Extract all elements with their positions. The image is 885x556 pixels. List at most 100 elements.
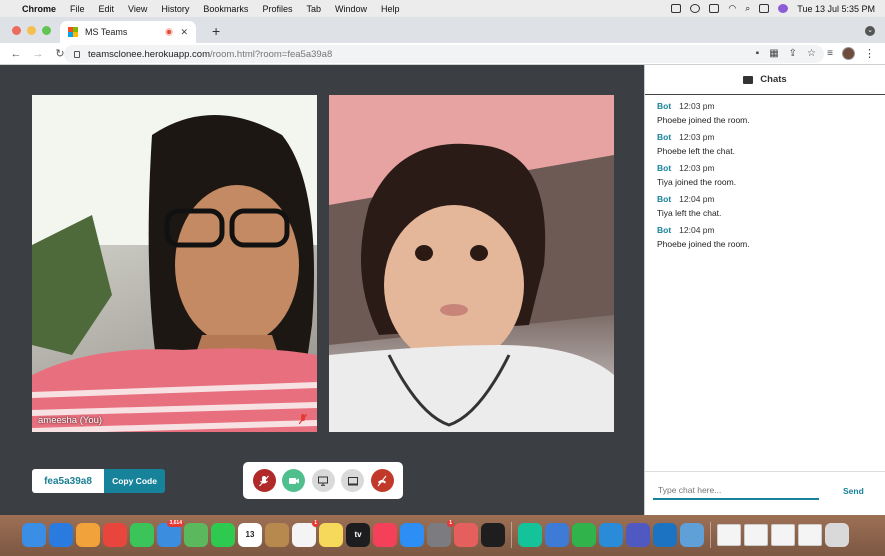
reading-list-icon[interactable]: ≡	[827, 48, 833, 59]
menu-tab[interactable]: Tab	[306, 4, 321, 14]
browser-tab-ms-teams[interactable]: MS Teams ✕	[60, 21, 196, 43]
photos-icon[interactable]	[76, 522, 100, 547]
numbers-icon[interactable]	[572, 522, 596, 547]
new-tab-icon[interactable]: +	[212, 23, 220, 39]
grammarly-icon[interactable]	[518, 522, 542, 547]
muted-mic-icon	[299, 414, 307, 424]
message-sender: Bot	[657, 101, 672, 111]
toolbar-right: ≡ ⋮	[827, 47, 875, 60]
system-preferences-icon[interactable]: 1	[427, 519, 454, 547]
message-sender: Bot	[657, 132, 672, 142]
chat-message: Bot 12:04 pm Tiya left the chat.	[657, 194, 873, 218]
macos-dock: 3,614 13 1 tv 1	[0, 515, 885, 556]
safari-icon[interactable]	[49, 522, 73, 547]
menu-bookmarks[interactable]: Bookmarks	[203, 4, 248, 14]
music-icon[interactable]	[373, 522, 397, 547]
send-button[interactable]: Send	[843, 486, 864, 496]
browser-toolbar: ← → ↻ teamsclonee.herokuapp.com/room.htm…	[0, 43, 885, 65]
camera-in-use-icon[interactable]: ▪	[756, 48, 760, 59]
message-sender: Bot	[657, 225, 672, 235]
address-bar[interactable]: teamsclonee.herokuapp.com/room.html?room…	[64, 45, 824, 63]
preview-icon[interactable]	[680, 522, 704, 547]
play-icon[interactable]	[690, 4, 701, 13]
macos-menu-bar: Chrome File Edit View History Bookmarks …	[0, 0, 885, 17]
trash-icon[interactable]	[825, 522, 849, 547]
end-call-button[interactable]	[370, 469, 394, 492]
dock-separator	[511, 521, 512, 548]
profile-avatar[interactable]	[842, 47, 855, 60]
maps-icon[interactable]	[184, 522, 208, 547]
omnibox-icons: ▪ ▦ ⇪ ☆	[756, 48, 816, 59]
control-center-icon[interactable]	[759, 4, 770, 13]
message-time: 12:03 pm	[679, 163, 715, 173]
status-area: ◠ ⌕ Tue 13 Jul 5:35 PM	[671, 0, 875, 17]
toggle-video-button[interactable]	[282, 469, 305, 492]
chat-input-row: Send	[645, 471, 885, 515]
share-icon[interactable]: ⇪	[789, 48, 797, 59]
menu-profiles[interactable]: Profiles	[262, 4, 292, 14]
participant-video-remote	[329, 95, 614, 432]
reminders-icon[interactable]: 1	[292, 519, 319, 547]
calendar-icon[interactable]: 13	[238, 522, 262, 547]
qr-code-icon[interactable]: ▦	[769, 48, 778, 59]
app-store-icon[interactable]	[400, 522, 424, 547]
teams-icon[interactable]	[626, 522, 650, 547]
dock-apps: 3,614 13 1 tv 1	[22, 517, 849, 552]
message-text: Phoebe joined the room.	[657, 115, 750, 125]
vscode-insiders-icon[interactable]	[653, 522, 677, 547]
mail-icon[interactable]: 3,614	[157, 519, 184, 547]
bookmark-star-icon[interactable]: ☆	[807, 48, 816, 59]
whiteboard-button[interactable]	[341, 469, 364, 492]
chrome-icon[interactable]	[103, 522, 127, 547]
video-tile-remote	[329, 95, 614, 432]
pen-app-icon[interactable]	[545, 522, 569, 547]
menu-window[interactable]: Window	[335, 4, 367, 14]
finder-icon[interactable]	[22, 522, 46, 547]
close-window-icon[interactable]	[12, 26, 21, 35]
launchpad-icon[interactable]	[454, 522, 478, 547]
message-text: Tiya joined the room.	[657, 177, 737, 187]
tv-icon[interactable]: tv	[346, 522, 370, 547]
minimized-window-thumbnail[interactable]	[744, 523, 768, 546]
minimize-window-icon[interactable]	[27, 26, 36, 35]
menu-edit[interactable]: Edit	[99, 4, 115, 14]
wifi-icon[interactable]: ◠	[728, 3, 736, 14]
chat-input[interactable]	[653, 482, 819, 500]
minimized-window-thumbnail[interactable]	[771, 523, 795, 546]
microsoft-logo-icon	[68, 27, 78, 37]
window-controls	[12, 26, 51, 35]
forward-arrow-icon[interactable]: →	[32, 48, 44, 60]
menu-view[interactable]: View	[128, 4, 147, 14]
terminal-icon[interactable]	[481, 522, 505, 547]
notes-icon[interactable]	[319, 522, 343, 547]
menu-file[interactable]: File	[70, 4, 85, 14]
chrome-menu-icon[interactable]: ⋮	[864, 47, 875, 60]
share-screen-button[interactable]	[311, 469, 335, 492]
close-tab-icon[interactable]: ✕	[180, 27, 188, 38]
tab-search-icon[interactable]: ⌄	[865, 26, 875, 36]
message-text: Phoebe left the chat.	[657, 146, 735, 156]
room-code: fea5a39a8	[32, 469, 104, 493]
back-arrow-icon[interactable]: ←	[10, 48, 22, 60]
facetime-icon[interactable]	[211, 522, 235, 547]
chat-message: Bot 12:03 pm Phoebe joined the room.	[657, 101, 873, 125]
siri-icon[interactable]	[778, 4, 789, 13]
lock-icon[interactable]	[74, 50, 80, 58]
minimized-window-thumbnail[interactable]	[717, 523, 741, 546]
menu-app-name[interactable]: Chrome	[22, 4, 56, 14]
message-text: Phoebe joined the room.	[657, 239, 750, 249]
contacts-icon[interactable]	[265, 522, 289, 547]
messages-icon[interactable]	[130, 522, 154, 547]
zoom-window-icon[interactable]	[42, 26, 51, 35]
screen-mirror-icon[interactable]	[671, 4, 682, 13]
message-time: 12:04 pm	[679, 225, 715, 235]
copy-code-button[interactable]: Copy Code	[104, 469, 165, 493]
battery-icon[interactable]	[709, 4, 720, 13]
menu-help[interactable]: Help	[381, 4, 400, 14]
spotlight-search-icon[interactable]: ⌕	[745, 3, 750, 14]
menu-history[interactable]: History	[161, 4, 189, 14]
vscode-icon[interactable]	[599, 522, 623, 547]
mute-mic-button[interactable]	[252, 469, 276, 492]
minimized-window-thumbnail[interactable]	[798, 523, 822, 546]
menu-clock[interactable]: Tue 13 Jul 5:35 PM	[797, 4, 875, 14]
